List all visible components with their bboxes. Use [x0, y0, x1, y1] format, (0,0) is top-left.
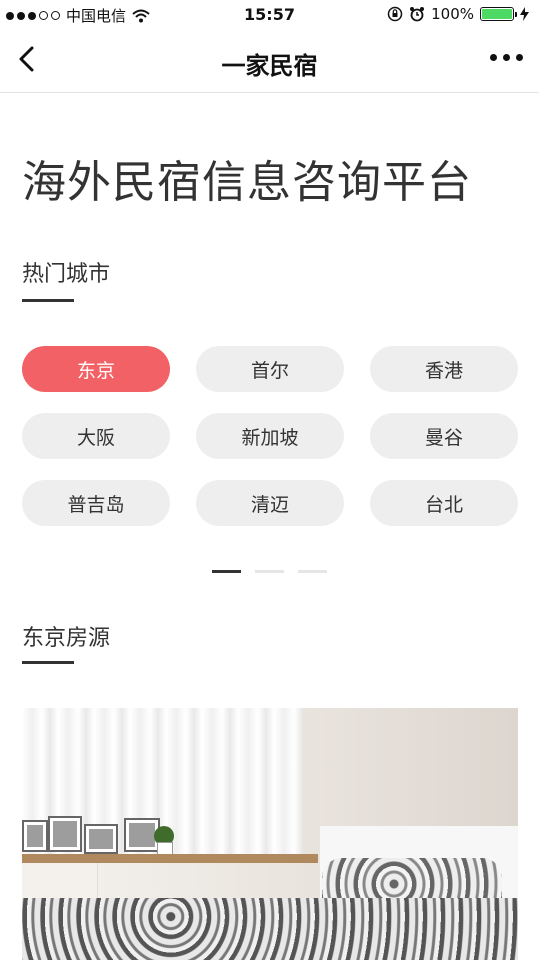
hero-title: 海外民宿信息咨询平台 [22, 157, 472, 208]
section-underline [22, 661, 74, 664]
pager-dot[interactable] [255, 570, 284, 573]
photo-shelf [22, 854, 318, 863]
pager-dot[interactable] [212, 570, 241, 573]
page-title: 一家民宿 [221, 52, 318, 80]
navigation-bar: 一家民宿 [0, 30, 539, 93]
photo-frame [84, 824, 118, 854]
battery-icon [480, 7, 517, 21]
ellipsis-icon[interactable] [490, 54, 523, 61]
photo-bed [22, 898, 518, 960]
charging-icon [520, 7, 529, 21]
status-bar: 中国电信 15:57 100% [0, 0, 539, 30]
city-chip[interactable]: 新加坡 [196, 413, 344, 459]
city-grid: 东京 首尔 香港大阪 新加坡 曼谷普吉岛 清迈 台北 [22, 346, 518, 526]
carousel-pager[interactable] [212, 570, 327, 573]
city-chip[interactable]: 首尔 [196, 346, 344, 392]
section-underline [22, 299, 74, 302]
pager-dot[interactable] [298, 570, 327, 573]
alarm-icon [410, 7, 425, 22]
city-chip[interactable]: 香港 [370, 346, 518, 392]
city-chip[interactable]: 曼谷 [370, 413, 518, 459]
city-chip[interactable]: 普吉岛 [22, 480, 170, 526]
photo-frame [48, 816, 82, 852]
city-chip[interactable]: 大阪 [22, 413, 170, 459]
status-right: 100% [387, 5, 529, 23]
rotation-lock-icon [387, 6, 403, 22]
photo-frame [22, 820, 48, 852]
city-chip[interactable]: 东京 [22, 346, 170, 392]
listings-title: 东京房源 [22, 626, 111, 651]
battery-fill [482, 9, 512, 19]
listing-photo[interactable] [22, 708, 518, 960]
city-chip[interactable]: 清迈 [196, 480, 344, 526]
city-chip[interactable]: 台北 [370, 480, 518, 526]
battery-percent: 100% [431, 5, 474, 23]
hot-cities-title: 热门城市 [22, 262, 111, 287]
